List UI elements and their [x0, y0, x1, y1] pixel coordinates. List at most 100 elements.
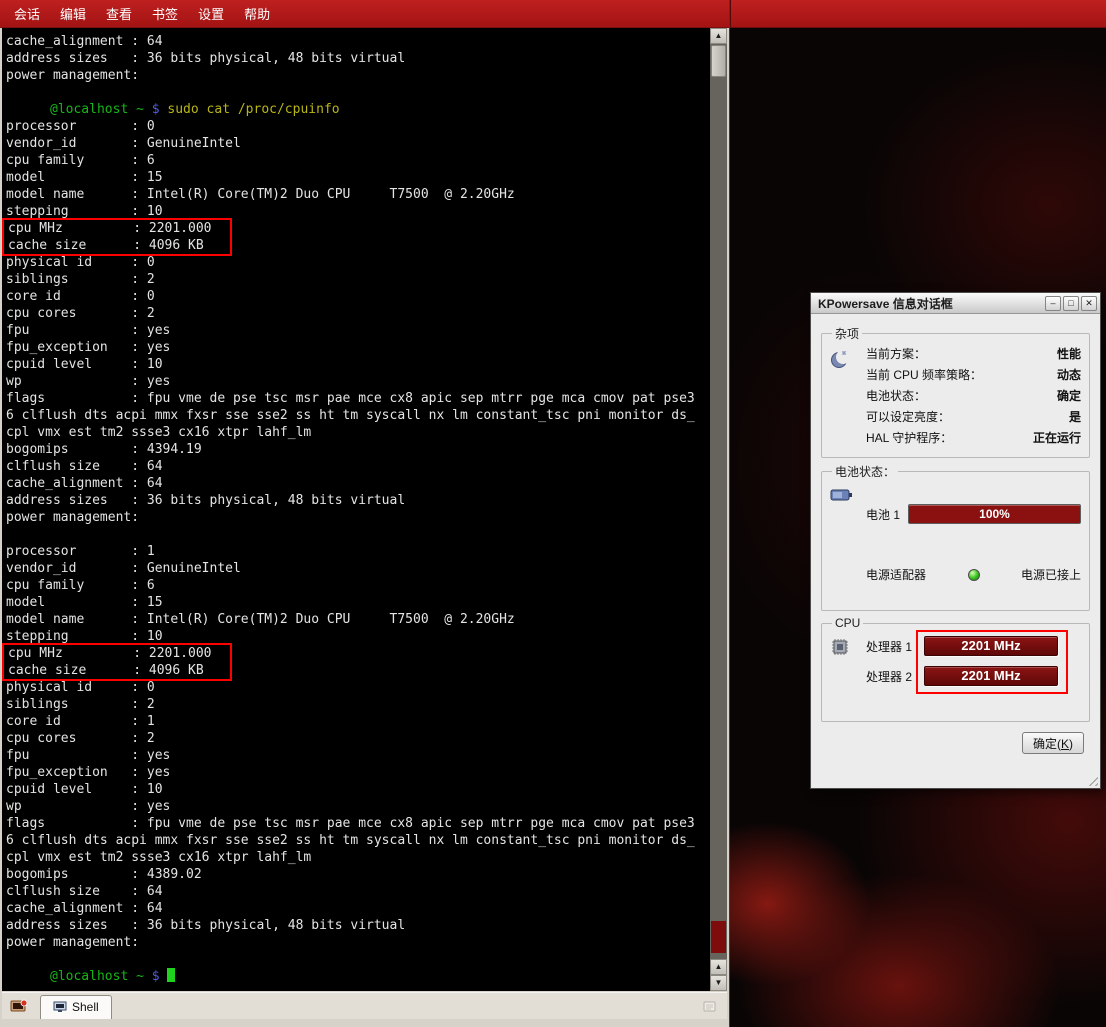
close-icon[interactable]: ✕ — [1081, 296, 1097, 311]
terminal-line: core id : 0 — [6, 288, 710, 305]
scrollbar-thumb[interactable] — [711, 45, 726, 77]
terminal-line: power management: — [6, 509, 710, 526]
battery-rows: 电池 1 100% 电源适配器 电源已接上 — [866, 482, 1081, 587]
screen: 会话编辑查看书签设置帮助 cache_alignment : 64 address… — [0, 0, 1106, 1027]
menu-settings[interactable]: 设置 — [188, 0, 234, 27]
info-label: 电池状态： — [866, 386, 926, 407]
adapter-label: 电源适配器 — [866, 566, 926, 583]
new-session-icon — [10, 999, 28, 1015]
terminal-line: physical id : 0 — [6, 679, 710, 696]
info-row: HAL 守护程序：正在运行 — [866, 428, 1081, 449]
battery-icon — [830, 487, 854, 503]
terminal-line: fpu : yes — [6, 747, 710, 764]
scroll-up-icon-bottom[interactable]: ▲ — [710, 959, 727, 975]
maximize-icon[interactable]: □ — [1063, 296, 1079, 311]
icon-column — [830, 632, 866, 696]
prompt-host: @localhost ~ — [50, 102, 152, 117]
terminal-line: cpu cores : 2 — [6, 730, 710, 747]
info-label: 可以设定亮度： — [866, 407, 950, 428]
terminal-line: cpu family : 6 — [6, 152, 710, 169]
minimize-icon[interactable]: – — [1045, 296, 1061, 311]
terminal-line: cache size : 4096 KB — [8, 237, 230, 254]
dialog-titlebar[interactable]: KPowersave 信息对话框 – □ ✕ — [811, 293, 1100, 314]
adapter-led-icon — [968, 569, 980, 581]
cpu-frequency-badge: 2201 MHz — [924, 666, 1058, 686]
dialog-body: 杂项 当前方案：性能当前 CPU 频率策略：动态电池状态：确定可以设定亮度：是H… — [811, 314, 1100, 788]
terminal-line: cpl vmx est tm2 ssse3 cx16 xtpr lahf_lm — [6, 424, 710, 441]
misc-groupbox: 杂项 当前方案：性能当前 CPU 频率策略：动态电池状态：确定可以设定亮度：是H… — [821, 325, 1090, 458]
terminal-line: vendor_id : GenuineIntel — [6, 560, 710, 577]
terminal-line: cpu cores : 2 — [6, 305, 710, 322]
terminal-line: model name : Intel(R) Core(TM)2 Duo CPU … — [6, 611, 710, 628]
prompt-symbol: $ — [152, 969, 168, 984]
terminal-line — [6, 951, 710, 968]
terminal-body[interactable]: cache_alignment : 64 address sizes : 36 b… — [2, 28, 727, 991]
adapter-status: 电源已接上 — [1021, 566, 1081, 583]
terminal-line: cpu MHz : 2201.000 — [8, 220, 230, 237]
info-label: 当前方案： — [866, 344, 926, 365]
info-label: HAL 守护程序： — [866, 428, 952, 449]
terminal-line: power management: — [6, 934, 710, 951]
processor-label: 处理器 1 — [866, 638, 914, 655]
info-label: 当前 CPU 频率策略： — [866, 365, 982, 386]
tab-shell[interactable]: Shell — [40, 995, 112, 1019]
misc-rows: 当前方案：性能当前 CPU 频率策略：动态电池状态：确定可以设定亮度：是HAL … — [866, 344, 1081, 449]
menu-view[interactable]: 查看 — [96, 0, 142, 27]
terminal-line: model : 15 — [6, 594, 710, 611]
tab-label: Shell — [72, 1000, 99, 1014]
terminal-line: address sizes : 36 bits physical, 48 bit… — [6, 50, 710, 67]
terminal-line: cpl vmx est tm2 ssse3 cx16 xtpr lahf_lm — [6, 849, 710, 866]
terminal-line: power management: — [6, 67, 710, 84]
ok-button[interactable]: 确定(K) — [1022, 732, 1084, 754]
terminal-line: fpu : yes — [6, 322, 710, 339]
terminal-line: cache_alignment : 64 — [6, 900, 710, 917]
background-window-titlebar — [730, 0, 1106, 28]
terminal-line: siblings : 2 — [6, 696, 710, 713]
session-list-icon — [702, 1000, 718, 1014]
terminal-line: wp : yes — [6, 798, 710, 815]
cpu-groupbox: CPU 处理器 12201 MHz处理器 22201 MHz — [821, 616, 1090, 722]
processor-rows: 处理器 12201 MHz 处理器 2 2201 MHz — [866, 632, 1081, 696]
kpowersave-dialog: KPowersave 信息对话框 – □ ✕ 杂项 当前方案：性能当前 CPU … — [810, 292, 1101, 789]
terminal-prompt-line: @localhost ~ $ sudo cat /proc/cpuinfo — [6, 101, 710, 118]
processor-row-1: 处理器 12201 MHz — [866, 636, 1081, 656]
info-value: 动态 — [1057, 365, 1081, 386]
processor-label: 处理器 2 — [866, 668, 914, 685]
menu-bookmarks[interactable]: 书签 — [142, 0, 188, 27]
dialog-title: KPowersave 信息对话框 — [818, 295, 1043, 312]
icon-column — [830, 344, 866, 449]
terminal-line: vendor_id : GenuineIntel — [6, 135, 710, 152]
redacted-username — [6, 968, 50, 980]
new-session-button[interactable] — [6, 995, 32, 1018]
menu-bar: 会话编辑查看书签设置帮助 — [0, 0, 729, 28]
terminal-output[interactable]: cache_alignment : 64 address sizes : 36 b… — [2, 28, 710, 991]
terminal-line: model : 15 — [6, 169, 710, 186]
menu-edit[interactable]: 编辑 — [50, 0, 96, 27]
menu-help[interactable]: 帮助 — [234, 0, 280, 27]
scroll-down-icon[interactable]: ▼ — [710, 975, 727, 991]
terminal-prompt-line: @localhost ~ $ — [6, 968, 710, 985]
battery-progressbar: 100% — [908, 504, 1081, 524]
terminal-line: cpuid level : 10 — [6, 356, 710, 373]
scroll-up-icon[interactable]: ▲ — [710, 28, 727, 44]
terminal-scrollbar[interactable]: ▲ ▲ ▼ — [710, 28, 727, 991]
kpowersave-icon — [830, 349, 850, 369]
scrollbar-marker — [711, 921, 726, 953]
session-list-button[interactable] — [697, 995, 723, 1018]
prompt-command: sudo cat /proc/cpuinfo — [167, 102, 339, 117]
terminal-window: 会话编辑查看书签设置帮助 cache_alignment : 64 address… — [0, 0, 730, 1027]
menu-session[interactable]: 会话 — [4, 0, 50, 27]
scrollbar-track[interactable] — [710, 44, 727, 959]
terminal-line: clflush size : 64 — [6, 883, 710, 900]
terminal-line: siblings : 2 — [6, 271, 710, 288]
terminal-line: bogomips : 4389.02 — [6, 866, 710, 883]
prompt-symbol: $ — [152, 102, 168, 117]
adapter-row: 电源适配器 电源已接上 — [866, 566, 1081, 587]
terminal-line: address sizes : 36 bits physical, 48 bit… — [6, 492, 710, 509]
terminal-line — [6, 526, 710, 543]
terminal-line: cpu family : 6 — [6, 577, 710, 594]
terminal-line: flags : fpu vme de pse tsc msr pae mce c… — [6, 815, 710, 832]
terminal-cursor — [167, 968, 175, 982]
terminal-line: stepping : 10 — [6, 203, 710, 220]
terminal-line: 6 clflush dts acpi mmx fxsr sse sse2 ss … — [6, 832, 710, 849]
